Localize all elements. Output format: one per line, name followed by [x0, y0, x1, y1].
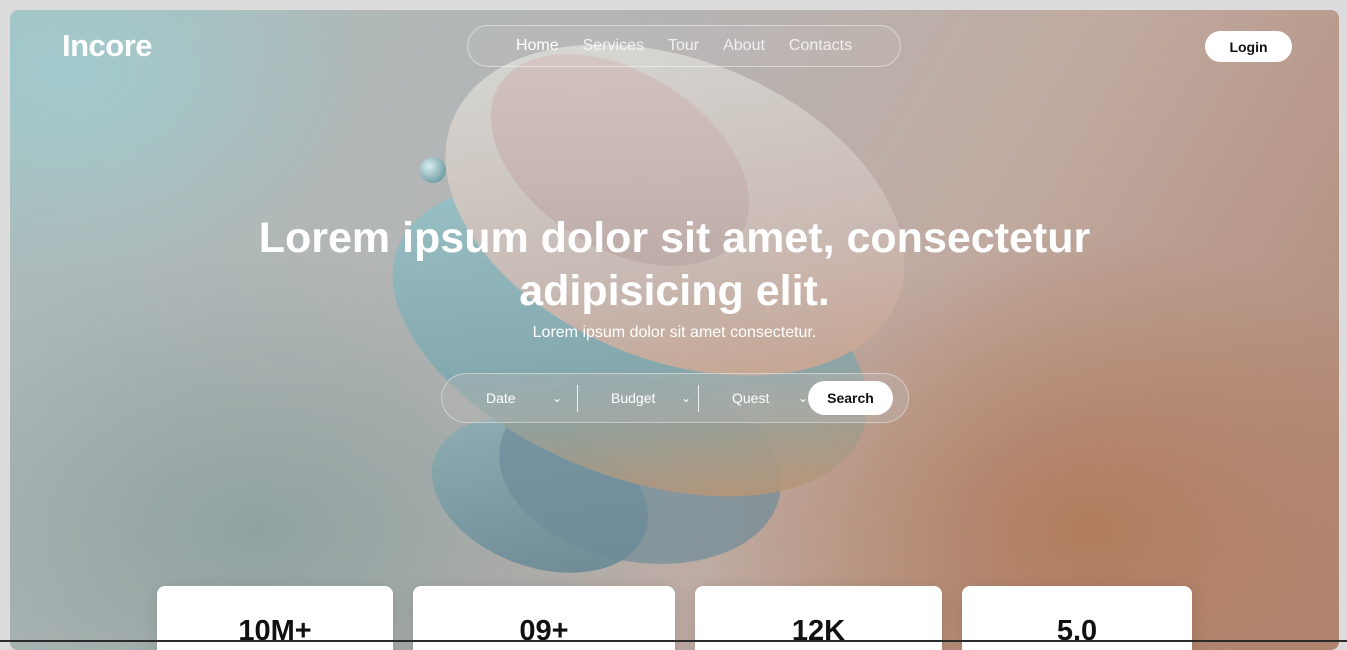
chevron-down-icon: ⌄ [798, 391, 809, 405]
quest-select[interactable]: Quest ⌄ [732, 374, 809, 422]
stat-value: 5.0 [1056, 615, 1098, 647]
date-select-label: Date [486, 390, 516, 406]
date-select[interactable]: Date ⌄ [486, 374, 566, 422]
nav-item-tour[interactable]: Tour [656, 37, 711, 55]
budget-select-label: Budget [611, 390, 656, 406]
search-bar: Date ⌄ Budget ⌄ Quest ⌄ Search [441, 373, 909, 423]
login-button[interactable]: Login [1205, 31, 1292, 62]
chevron-down-icon: ⌄ [552, 391, 563, 405]
stat-value: 12K [791, 615, 846, 647]
nav-item-contacts[interactable]: Contacts [777, 37, 864, 55]
hero-title-line-1: Lorem ipsum dolor sit amet, consectetur [258, 214, 1091, 262]
divider [577, 385, 578, 412]
stat-value: 10M+ [238, 615, 312, 647]
brand-logo[interactable]: Incore [62, 28, 153, 64]
quest-select-label: Quest [732, 390, 770, 406]
divider [698, 385, 699, 412]
hero-subtitle: Lorem ipsum dolor sit amet consectetur. [532, 324, 817, 341]
chevron-down-icon: ⌄ [681, 391, 692, 405]
nav-item-about[interactable]: About [711, 37, 777, 55]
search-button[interactable]: Search [808, 381, 893, 415]
stat-value: 09+ [519, 615, 569, 647]
main-nav: Home Services Tour About Contacts [467, 25, 901, 67]
hero-title: Lorem ipsum dolor sit amet, consectetur … [10, 212, 1339, 318]
nav-item-home[interactable]: Home [504, 37, 571, 55]
page-frame: Incore Home Services Tour About Contacts… [10, 10, 1339, 650]
budget-select[interactable]: Budget ⌄ [611, 374, 691, 422]
hero-title-line-2: adipisicing elit. [519, 267, 830, 315]
nav-item-services[interactable]: Services [571, 37, 656, 55]
